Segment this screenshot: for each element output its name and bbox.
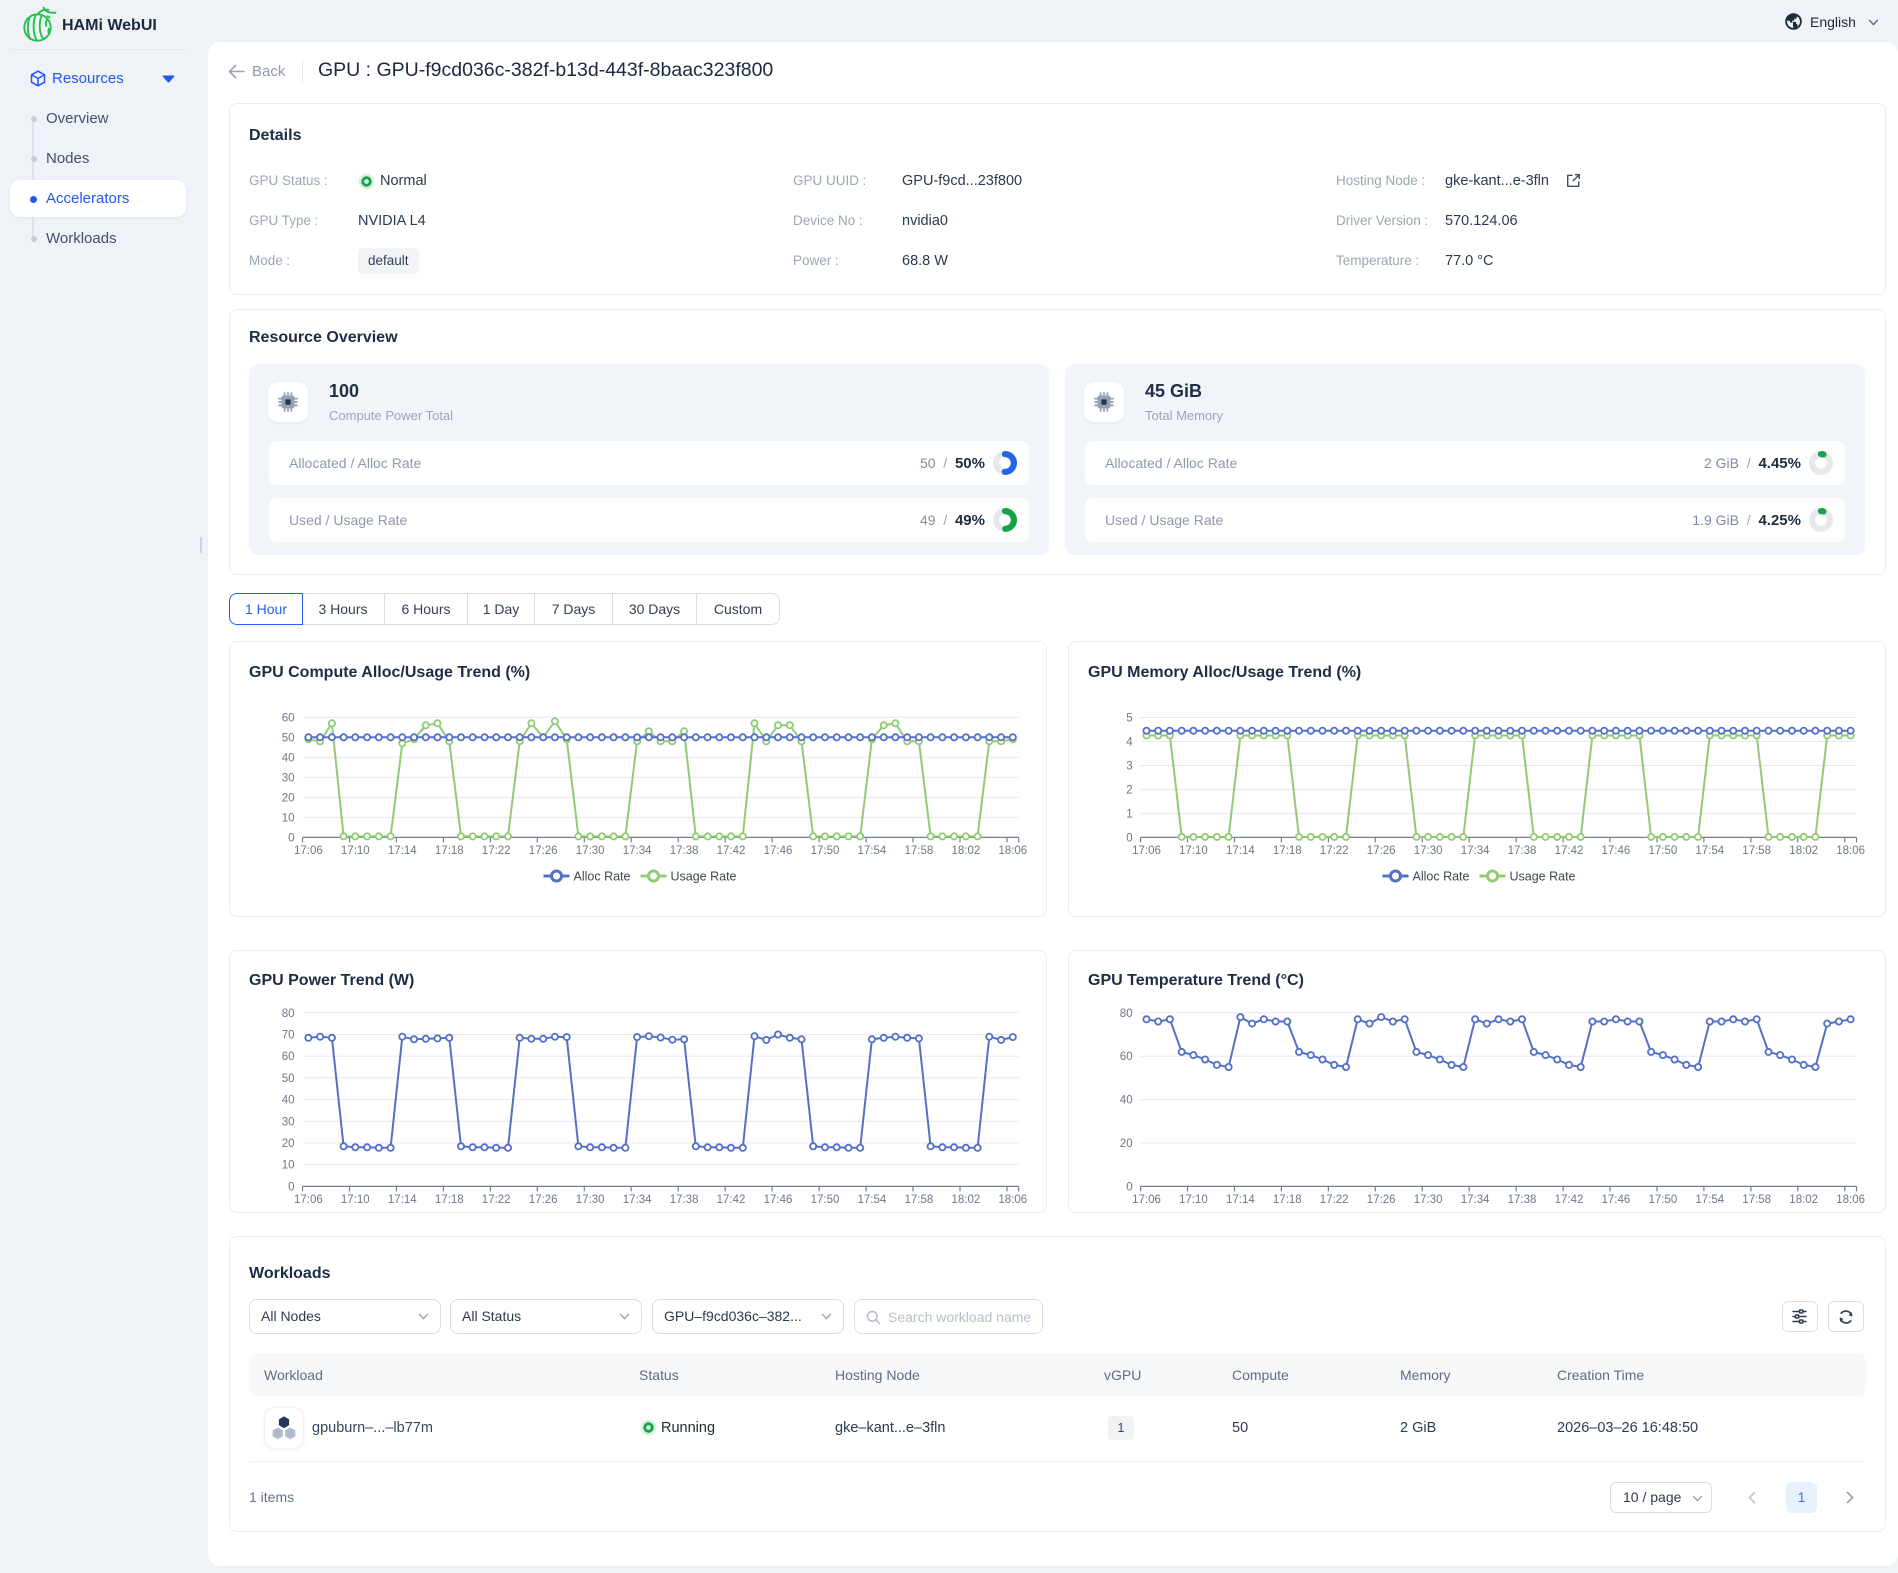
svg-text:30: 30 bbox=[282, 1116, 295, 1128]
svg-text:17:22: 17:22 bbox=[1320, 845, 1349, 857]
svg-text:40: 40 bbox=[282, 1095, 295, 1107]
svg-text:20: 20 bbox=[1120, 1138, 1133, 1150]
svg-text:17:54: 17:54 bbox=[858, 845, 887, 857]
svg-text:17:54: 17:54 bbox=[1695, 1194, 1724, 1206]
svg-text:17:50: 17:50 bbox=[811, 845, 840, 857]
svg-text:17:26: 17:26 bbox=[1367, 845, 1396, 857]
svg-text:10: 10 bbox=[282, 1160, 295, 1172]
svg-text:18:06: 18:06 bbox=[1836, 1194, 1865, 1206]
svg-text:17:38: 17:38 bbox=[670, 845, 699, 857]
svg-text:1: 1 bbox=[1126, 808, 1132, 820]
svg-text:17:42: 17:42 bbox=[1555, 845, 1584, 857]
svg-text:5: 5 bbox=[1126, 713, 1132, 725]
svg-text:60: 60 bbox=[282, 712, 295, 724]
svg-text:50: 50 bbox=[282, 732, 295, 744]
svg-text:18:06: 18:06 bbox=[1836, 845, 1865, 857]
svg-text:17:10: 17:10 bbox=[1179, 845, 1208, 857]
svg-text:17:50: 17:50 bbox=[1649, 1194, 1678, 1206]
svg-text:17:30: 17:30 bbox=[576, 1194, 605, 1206]
svg-text:0: 0 bbox=[1126, 1181, 1132, 1193]
svg-text:17:10: 17:10 bbox=[1179, 1194, 1208, 1206]
svg-text:17:50: 17:50 bbox=[1649, 845, 1678, 857]
svg-text:2: 2 bbox=[1126, 784, 1132, 796]
svg-text:80: 80 bbox=[282, 1008, 295, 1020]
svg-text:40: 40 bbox=[282, 752, 295, 764]
svg-text:17:30: 17:30 bbox=[1414, 1194, 1443, 1206]
svg-text:17:42: 17:42 bbox=[717, 845, 746, 857]
svg-text:0: 0 bbox=[288, 832, 294, 844]
svg-text:18:06: 18:06 bbox=[998, 1194, 1027, 1206]
svg-text:17:46: 17:46 bbox=[764, 1194, 793, 1206]
svg-text:17:06: 17:06 bbox=[1132, 845, 1161, 857]
svg-text:17:18: 17:18 bbox=[1273, 845, 1302, 857]
svg-text:17:26: 17:26 bbox=[529, 845, 558, 857]
svg-text:17:14: 17:14 bbox=[1226, 845, 1255, 857]
svg-text:17:50: 17:50 bbox=[811, 1194, 840, 1206]
svg-text:17:14: 17:14 bbox=[1226, 1194, 1255, 1206]
svg-text:17:26: 17:26 bbox=[1367, 1194, 1396, 1206]
svg-text:17:22: 17:22 bbox=[1320, 1194, 1349, 1206]
svg-text:17:46: 17:46 bbox=[1602, 845, 1631, 857]
svg-text:Usage Rate: Usage Rate bbox=[671, 870, 737, 884]
svg-text:17:58: 17:58 bbox=[905, 845, 934, 857]
svg-text:18:02: 18:02 bbox=[952, 845, 981, 857]
svg-text:18:02: 18:02 bbox=[952, 1194, 981, 1206]
svg-text:3: 3 bbox=[1126, 761, 1132, 773]
svg-text:Alloc Rate: Alloc Rate bbox=[574, 870, 631, 884]
svg-text:4: 4 bbox=[1126, 737, 1133, 749]
svg-text:17:42: 17:42 bbox=[1555, 1194, 1584, 1206]
svg-text:10: 10 bbox=[282, 812, 295, 824]
svg-text:17:10: 17:10 bbox=[341, 845, 370, 857]
svg-text:50: 50 bbox=[282, 1073, 295, 1085]
svg-text:17:26: 17:26 bbox=[529, 1194, 558, 1206]
svg-text:40: 40 bbox=[1120, 1095, 1133, 1107]
svg-text:17:18: 17:18 bbox=[435, 1194, 464, 1206]
svg-text:20: 20 bbox=[282, 792, 295, 804]
svg-text:17:34: 17:34 bbox=[1461, 1194, 1490, 1206]
svg-text:17:58: 17:58 bbox=[1742, 1194, 1771, 1206]
svg-text:Alloc Rate: Alloc Rate bbox=[1413, 870, 1470, 884]
svg-text:17:54: 17:54 bbox=[1695, 845, 1724, 857]
svg-text:17:06: 17:06 bbox=[294, 845, 323, 857]
svg-text:17:58: 17:58 bbox=[1742, 845, 1771, 857]
svg-text:17:34: 17:34 bbox=[623, 845, 652, 857]
svg-text:17:18: 17:18 bbox=[435, 845, 464, 857]
svg-text:Usage Rate: Usage Rate bbox=[1510, 870, 1576, 884]
svg-text:17:10: 17:10 bbox=[341, 1194, 370, 1206]
svg-text:17:38: 17:38 bbox=[1508, 1194, 1537, 1206]
svg-text:17:38: 17:38 bbox=[1508, 845, 1537, 857]
svg-text:0: 0 bbox=[1126, 832, 1132, 844]
svg-text:17:34: 17:34 bbox=[1461, 845, 1490, 857]
svg-text:17:30: 17:30 bbox=[576, 845, 605, 857]
svg-text:17:42: 17:42 bbox=[717, 1194, 746, 1206]
svg-text:17:58: 17:58 bbox=[905, 1194, 934, 1206]
svg-text:17:22: 17:22 bbox=[482, 845, 511, 857]
svg-text:18:02: 18:02 bbox=[1789, 845, 1818, 857]
svg-text:17:34: 17:34 bbox=[623, 1194, 652, 1206]
svg-text:60: 60 bbox=[1120, 1051, 1133, 1063]
svg-text:18:02: 18:02 bbox=[1789, 1194, 1818, 1206]
svg-text:17:06: 17:06 bbox=[1132, 1194, 1161, 1206]
svg-text:17:38: 17:38 bbox=[670, 1194, 699, 1206]
svg-text:17:14: 17:14 bbox=[388, 1194, 417, 1206]
svg-text:17:54: 17:54 bbox=[858, 1194, 887, 1206]
svg-text:17:18: 17:18 bbox=[1273, 1194, 1302, 1206]
svg-text:17:30: 17:30 bbox=[1414, 845, 1443, 857]
svg-text:17:22: 17:22 bbox=[482, 1194, 511, 1206]
svg-text:17:46: 17:46 bbox=[1602, 1194, 1631, 1206]
svg-text:17:06: 17:06 bbox=[294, 1194, 323, 1206]
svg-text:18:06: 18:06 bbox=[998, 845, 1027, 857]
svg-text:17:14: 17:14 bbox=[388, 845, 417, 857]
svg-text:0: 0 bbox=[288, 1181, 294, 1193]
svg-text:20: 20 bbox=[282, 1138, 295, 1150]
svg-text:17:46: 17:46 bbox=[764, 845, 793, 857]
svg-text:60: 60 bbox=[282, 1051, 295, 1063]
svg-text:80: 80 bbox=[1120, 1008, 1133, 1020]
svg-text:70: 70 bbox=[282, 1030, 295, 1042]
svg-text:30: 30 bbox=[282, 772, 295, 784]
